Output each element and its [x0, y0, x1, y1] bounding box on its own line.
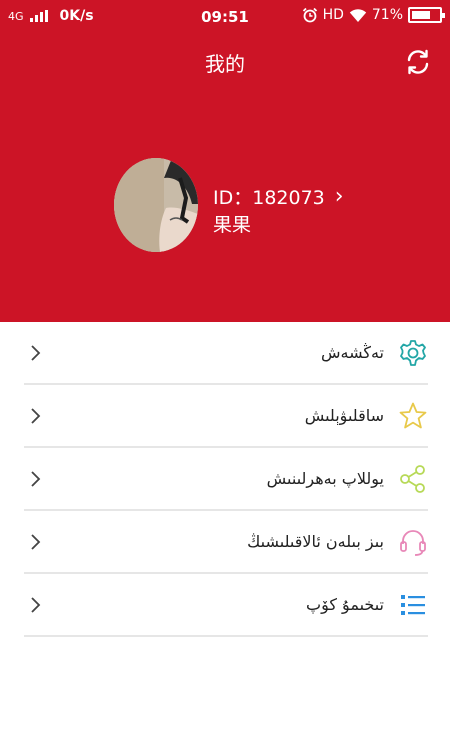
menu-item-label: بىز بىلەن ئالاقىلىشىڭ — [247, 532, 384, 551]
chevron-left-icon — [31, 344, 41, 361]
profile-header: 4G 0K/s 09:51 HD 71% 我的 ID：182073 › 果果 — [0, 0, 450, 322]
menu-item-settings[interactable]: تەڭشەش — [24, 322, 428, 385]
hd-indicator: HD — [322, 7, 344, 23]
avatar[interactable] — [114, 158, 198, 252]
list-icon — [401, 594, 425, 615]
battery-fill — [412, 11, 431, 19]
battery-percent: 71% — [371, 7, 403, 23]
user-id-link[interactable]: ID：182073 › — [213, 183, 344, 210]
star-icon — [399, 402, 427, 428]
chevron-left-icon — [31, 407, 41, 424]
menu-item-more[interactable]: تىخىمۇ كۆپ — [24, 574, 428, 637]
settings-menu: تەڭشەش ساقلىۋېلىش يوللاپ بەھرلىنىش بىز ب… — [24, 322, 428, 637]
refresh-icon[interactable] — [404, 48, 432, 76]
share-icon — [400, 464, 425, 493]
username: 果果 — [213, 214, 252, 236]
user-id: ID：182073 — [213, 187, 325, 209]
gear-icon — [400, 339, 426, 366]
menu-item-label: تەڭشەش — [320, 343, 384, 362]
menu-item-label: يوللاپ بەھرلىنىش — [266, 469, 384, 488]
menu-item-label: ساقلىۋېلىش — [304, 406, 384, 425]
chevron-left-icon — [31, 596, 41, 613]
menu-item-share[interactable]: يوللاپ بەھرلىنىش — [24, 448, 428, 511]
chevron-right-icon: › — [334, 183, 344, 209]
chevron-left-icon — [31, 470, 41, 487]
menu-item-favorites[interactable]: ساقلىۋېلىش — [24, 385, 428, 448]
menu-item-label: تىخىمۇ كۆپ — [306, 595, 384, 614]
status-bar: 4G 0K/s 09:51 HD 71% — [0, 0, 450, 34]
battery-icon — [408, 7, 445, 23]
alarm-icon — [302, 7, 317, 23]
wifi-icon — [349, 8, 367, 22]
headset-icon — [400, 529, 426, 556]
status-right: HD 71% — [302, 7, 445, 23]
menu-item-contact[interactable]: بىز بىلەن ئالاقىلىشىڭ — [24, 511, 428, 574]
page-title: 我的 — [205, 52, 245, 76]
avatar-image — [114, 158, 198, 252]
chevron-left-icon — [31, 533, 41, 550]
